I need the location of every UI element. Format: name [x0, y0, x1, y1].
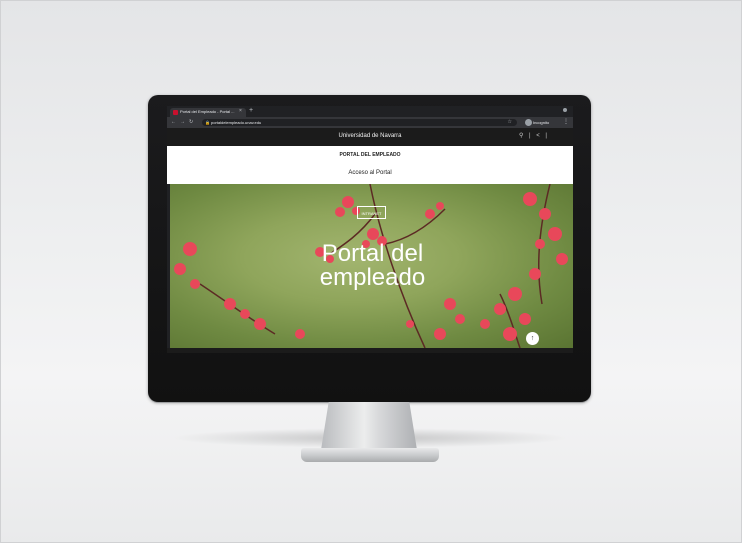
url-text: portaldelempleado.unav.edu: [211, 120, 262, 125]
lock-icon: 🔒: [205, 120, 210, 125]
portal-title[interactable]: PORTAL DEL EMPLEADO: [167, 152, 573, 158]
incognito-label: Incognito: [533, 120, 550, 125]
intranet-badge: INTRANET: [357, 206, 386, 219]
bookmark-star-icon[interactable]: ☆: [508, 119, 512, 125]
site-header: Universidad de Navarra ⚲ | < |: [167, 128, 573, 146]
tab-title: Portal del Empleado - Portal ...: [180, 109, 235, 114]
hero-title: Portal del empleado: [319, 240, 426, 291]
tab-strip: Portal del Empleado - Portal ... × +: [167, 106, 573, 117]
incognito-avatar-icon[interactable]: [525, 119, 532, 126]
back-icon[interactable]: ←: [171, 119, 176, 125]
window-control-icon[interactable]: [563, 108, 567, 112]
site-title[interactable]: Universidad de Navarra: [167, 133, 573, 139]
address-bar: ← → ↻ 🔒 portaldelempleado.unav.edu ☆ Inc…: [167, 117, 573, 128]
browser-tab[interactable]: Portal del Empleado - Portal ... ×: [170, 108, 246, 117]
reload-icon[interactable]: ↻: [189, 119, 193, 125]
new-tab-icon[interactable]: +: [249, 107, 253, 115]
monitor-stand: [321, 402, 417, 450]
screen: Portal del Empleado - Portal ... × + ← →…: [167, 106, 573, 353]
hero-banner: INTRANET Portal del empleado ↑: [170, 184, 573, 348]
monitor-base: [301, 448, 439, 462]
favicon-icon: [173, 110, 178, 115]
portal-access-link[interactable]: Acceso al Portal: [167, 170, 573, 176]
page-bottom-strip: [167, 348, 573, 353]
forward-icon[interactable]: →: [180, 119, 185, 125]
close-tab-icon[interactable]: ×: [239, 108, 242, 114]
scroll-up-button[interactable]: ↑: [526, 332, 539, 345]
subnav: PORTAL DEL EMPLEADO Acceso al Portal: [167, 146, 573, 184]
menu-icon[interactable]: ⋮: [563, 118, 569, 125]
header-icons[interactable]: ⚲ | < |: [519, 132, 549, 139]
url-field[interactable]: 🔒 portaldelempleado.unav.edu ☆: [202, 119, 517, 126]
